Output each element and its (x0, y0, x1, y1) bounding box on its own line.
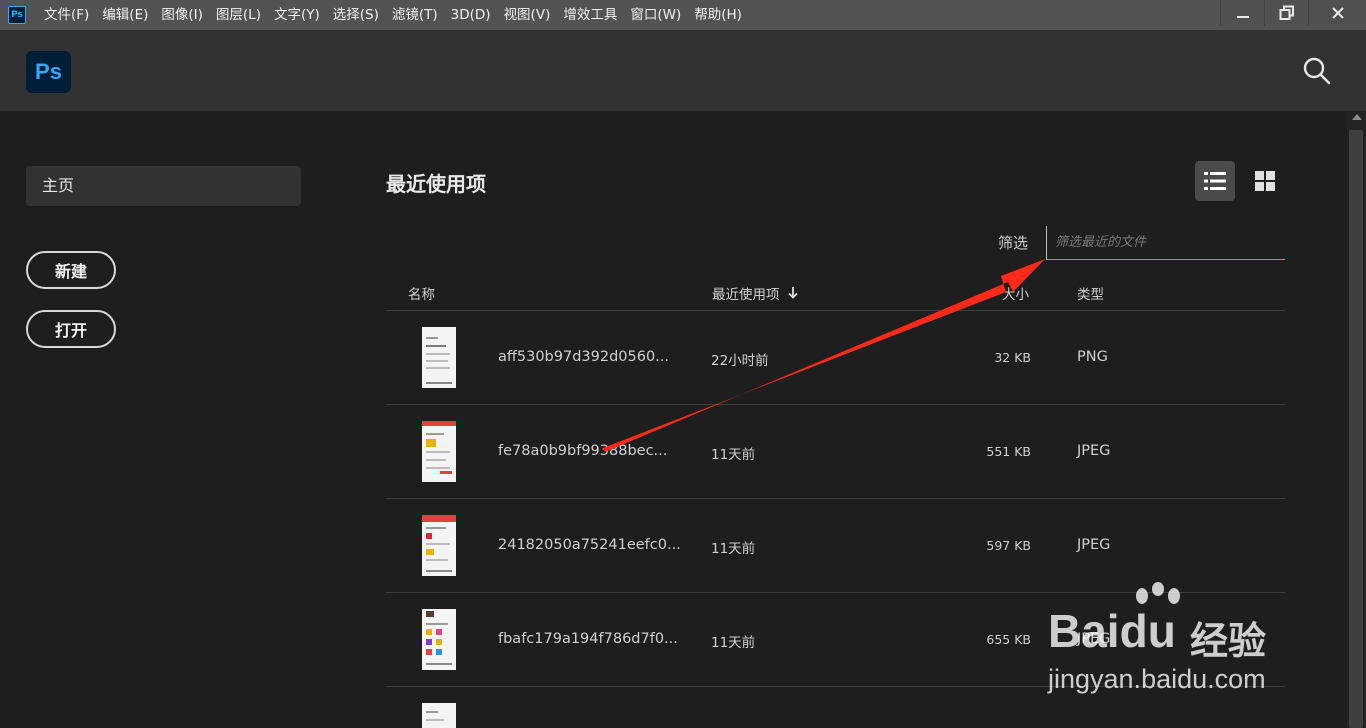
column-header-recent-label: 最近使用项 (712, 287, 780, 303)
photoshop-app-icon[interactable]: Ps (8, 6, 26, 24)
file-row[interactable]: aff530b97d392d0560... 22小时前 32 KB PNG (386, 311, 1285, 405)
file-thumbnail (422, 327, 456, 388)
list-view-button[interactable] (1195, 161, 1235, 201)
column-header-size[interactable]: 大小 (1002, 283, 1029, 303)
file-type: JPEG (1077, 537, 1111, 553)
menu-items: 文件(F) 编辑(E) 图像(I) 图层(L) 文字(Y) 选择(S) 滤镜(T… (44, 0, 755, 30)
window-controls (1220, 0, 1366, 30)
file-thumbnail (422, 421, 456, 482)
menu-filter[interactable]: 滤镜(T) (392, 0, 438, 30)
restore-icon (1279, 5, 1294, 20)
minimize-icon (1236, 16, 1249, 18)
menu-bar: Ps 文件(F) 编辑(E) 图像(I) 图层(L) 文字(Y) 选择(S) 滤… (0, 0, 1366, 30)
file-recent: 11天前 (711, 541, 756, 557)
search-button[interactable] (1302, 56, 1332, 86)
scroll-up-icon[interactable] (1352, 114, 1362, 120)
recent-section-title: 最近使用项 (386, 172, 486, 196)
menu-file[interactable]: 文件(F) (44, 0, 89, 30)
file-name: fe78a0b9bf99388bec... (498, 443, 668, 459)
watermark-brand: Baidu (1048, 605, 1176, 657)
menu-3d[interactable]: 3D(D) (451, 0, 491, 30)
column-header-type[interactable]: 类型 (1077, 283, 1104, 303)
watermark-url: jingyan.baidu.com (1048, 664, 1266, 694)
watermark-cn: 经验 (1190, 619, 1267, 663)
file-size: 32 KB (994, 350, 1031, 365)
menu-layer[interactable]: 图层(L) (216, 0, 261, 30)
file-name: fbafc179a194f786d7f0... (498, 631, 678, 647)
search-icon (1303, 57, 1331, 85)
menu-select[interactable]: 选择(S) (333, 0, 379, 30)
file-row[interactable]: fe78a0b9bf99388bec... 11天前 551 KB JPEG (386, 405, 1285, 499)
file-thumbnail (422, 703, 456, 728)
file-thumbnail (422, 515, 456, 576)
menu-window[interactable]: 窗口(W) (630, 0, 681, 30)
filter-label: 筛选 (998, 234, 1029, 252)
file-thumbnail (422, 609, 456, 670)
column-header-name[interactable]: 名称 (408, 283, 435, 303)
grid-view-button[interactable] (1245, 161, 1285, 201)
file-name: aff530b97d392d0560... (498, 349, 670, 365)
menu-type[interactable]: 文字(Y) (274, 0, 320, 30)
menu-edit[interactable]: 编辑(E) (102, 0, 148, 30)
app-header: Ps (0, 30, 1366, 111)
close-icon (1331, 7, 1344, 19)
menu-image[interactable]: 图像(I) (161, 0, 203, 30)
filter-input[interactable] (1046, 226, 1285, 260)
new-button[interactable]: 新建 (26, 251, 116, 289)
close-button[interactable] (1308, 0, 1366, 26)
sidebar-item-home[interactable]: 主页 (26, 166, 301, 206)
open-button[interactable]: 打开 (26, 310, 116, 348)
menu-view[interactable]: 视图(V) (504, 0, 551, 30)
sort-descending-icon (787, 287, 798, 303)
column-header-recent[interactable]: 最近使用项 (712, 283, 798, 303)
file-size: 551 KB (986, 444, 1031, 459)
list-view-icon (1204, 172, 1226, 190)
file-recent: 11天前 (711, 447, 756, 463)
file-type: PNG (1077, 349, 1108, 365)
baidu-jingyan-watermark: Baidu 经验 jingyan.baidu.com (1048, 582, 1298, 702)
file-type: JPEG (1077, 443, 1111, 459)
minimize-button[interactable] (1220, 0, 1264, 26)
scrollbar-thumb[interactable] (1349, 130, 1363, 728)
menu-help[interactable]: 帮助(H) (694, 0, 742, 30)
file-recent: 11天前 (711, 635, 756, 651)
file-size: 597 KB (986, 538, 1031, 553)
file-row[interactable]: 24182050a75241eefc0... 11天前 597 KB JPEG (386, 499, 1285, 593)
file-size: 655 KB (986, 632, 1031, 647)
restore-button[interactable] (1264, 0, 1308, 26)
photoshop-logo: Ps (26, 51, 71, 93)
grid-view-icon (1255, 171, 1275, 191)
menu-plugins[interactable]: 增效工具 (563, 0, 617, 30)
file-name: 24182050a75241eefc0... (498, 537, 681, 553)
file-recent: 22小时前 (711, 353, 769, 369)
